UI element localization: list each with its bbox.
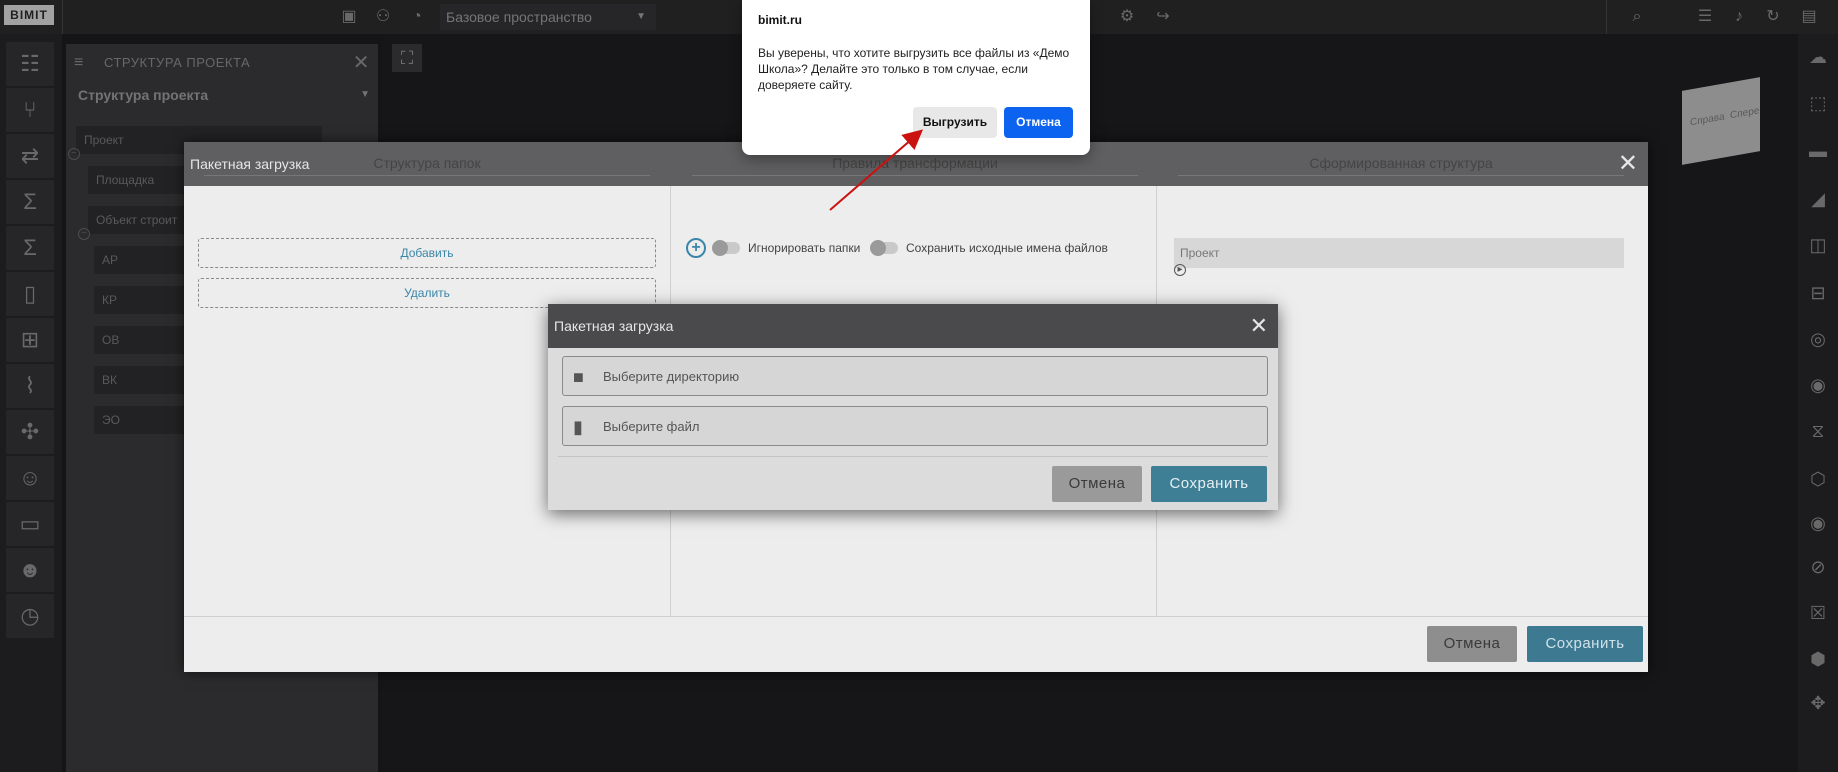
annotation-arrow <box>829 129 924 211</box>
